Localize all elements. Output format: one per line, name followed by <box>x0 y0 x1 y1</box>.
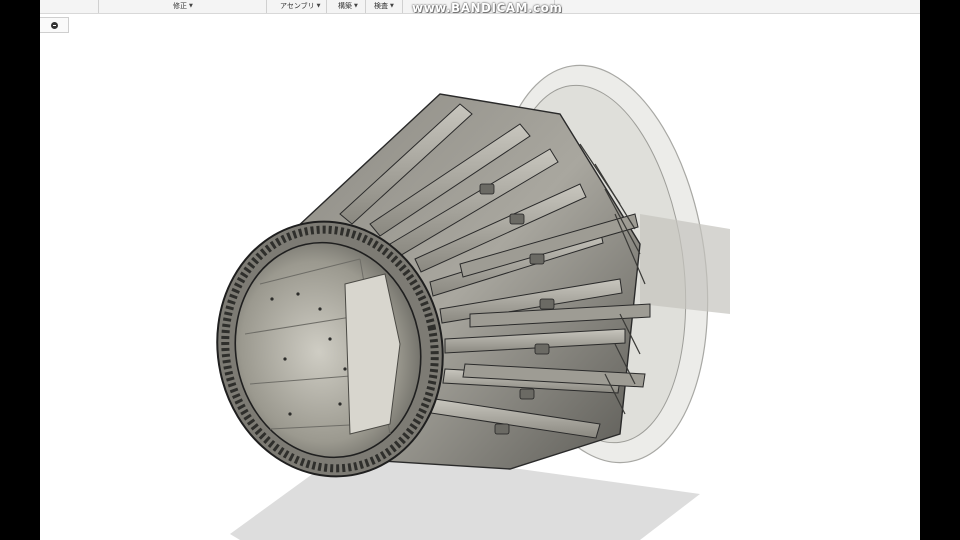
menu-modify[interactable]: 修正 ▼ <box>173 1 193 11</box>
recording-watermark: www.BANDICAM.com <box>412 1 563 15</box>
3d-model-viewport[interactable] <box>40 14 920 540</box>
toolbar-separator <box>266 0 267 13</box>
caret-down-icon: ▼ <box>316 3 321 9</box>
letterbox-left <box>0 0 40 540</box>
toolbar-separator <box>326 0 327 13</box>
menu-label: アセンブリ <box>280 2 315 10</box>
menu-inspect[interactable]: 検査 ▼ <box>374 1 394 11</box>
toolbar-separator <box>365 0 366 13</box>
caret-down-icon: ▼ <box>354 3 358 9</box>
menu-label: 検査 <box>374 2 388 10</box>
menu-label: 構築 <box>338 2 352 10</box>
cad-application-window: 修正 ▼ アセンブリ ▼ 構築 ▼ 検査 ▼ www.BANDICAM.com <box>40 0 920 540</box>
menu-construct[interactable]: 構築 ▼ <box>338 1 358 11</box>
toolbar-separator <box>98 0 99 13</box>
menu-label: 修正 <box>173 2 187 10</box>
menu-assembly[interactable]: アセンブリ ▼ <box>280 1 321 11</box>
ghost-band <box>640 214 730 314</box>
toolbar-separator <box>402 0 403 13</box>
letterbox-right <box>920 0 960 540</box>
caret-down-icon: ▼ <box>189 3 193 9</box>
caret-down-icon: ▼ <box>390 3 394 9</box>
